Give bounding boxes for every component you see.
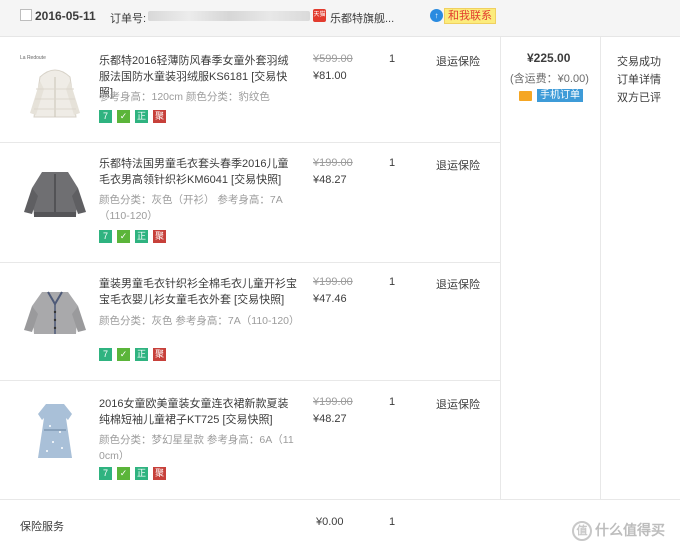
juhuasuan-icon[interactable]: 聚 [153, 348, 166, 361]
service-badges: 7 ✓ 正聚 [99, 110, 171, 123]
genuine-icon[interactable]: 正 [135, 230, 148, 243]
product-attributes: 参考身高：120cm 颜色分类：豹纹色 [99, 91, 270, 103]
paid-price: ¥47.46 [313, 293, 347, 305]
guarantee-icon[interactable]: ✓ [117, 348, 130, 361]
original-price: ¥199.00 [313, 157, 353, 169]
7day-return-icon[interactable]: 7 [99, 348, 112, 361]
chat-icon[interactable]: ↑ [430, 9, 443, 22]
row-divider [0, 380, 500, 381]
juhuasuan-icon[interactable]: 聚 [153, 467, 166, 480]
mobile-order-icon [519, 91, 532, 101]
row-divider [0, 499, 680, 500]
quantity: 1 [389, 53, 396, 65]
column-divider [500, 37, 501, 499]
product-title-link[interactable]: 2016女童欧美童装女童连衣裙新款夏装纯棉短袖儿童裙子KT725 [交易快照] [99, 396, 299, 428]
watermark-text: 什么值得买 [595, 522, 665, 538]
quantity: 1 [389, 396, 396, 408]
smzdm-logo-icon: 值 [572, 521, 592, 542]
product-thumbnail[interactable]: La Redoute [20, 55, 90, 125]
product-title-link[interactable]: 乐都特法国男童毛衣套头春季2016儿童毛衣男高领针织衫KM6041 [交易快照] [99, 156, 299, 188]
product-attributes: 颜色分类：灰色（开衫） 参考身高：7A（110-120） [99, 194, 283, 222]
shipping-insurance-link[interactable]: 退运保险 [436, 276, 480, 292]
original-price: ¥599.00 [313, 53, 353, 65]
juhuasuan-icon[interactable]: 聚 [153, 110, 166, 123]
review-status: 双方已评 [617, 92, 661, 104]
genuine-icon[interactable]: 正 [135, 467, 148, 480]
column-divider [600, 37, 601, 499]
shop-name-link[interactable]: 乐都特旗舰... [330, 10, 394, 26]
genuine-icon[interactable]: 正 [135, 348, 148, 361]
7day-return-icon[interactable]: 7 [99, 230, 112, 243]
contact-seller-button[interactable]: 和我联系 [444, 8, 496, 24]
order-details-link[interactable]: 订单详情 [617, 71, 661, 87]
order-total: ¥225.00 [527, 51, 571, 65]
genuine-icon[interactable]: 正 [135, 110, 148, 123]
product-attributes: 颜色分类：灰色 参考身高：7A（110-120） [99, 315, 300, 327]
shipping-fee: (含运费：¥0.00) [510, 73, 589, 85]
quantity: 1 [389, 276, 396, 288]
row-divider [0, 262, 500, 263]
service-badges: 7 ✓ 正聚 [99, 230, 171, 243]
product-thumbnail[interactable] [20, 396, 90, 466]
dress-shape [38, 404, 72, 458]
quantity: 1 [389, 157, 396, 169]
smzdm-watermark: 值什么值得买 [572, 520, 665, 542]
shipping-insurance-link[interactable]: 退运保险 [436, 396, 480, 412]
product-thumbnail[interactable] [20, 158, 90, 228]
guarantee-icon[interactable]: ✓ [117, 467, 130, 480]
shipping-insurance-link[interactable]: 退运保险 [436, 157, 480, 173]
order-select-checkbox[interactable] [20, 9, 32, 21]
insurance-service-label: 保险服务 [20, 521, 64, 533]
7day-return-icon[interactable]: 7 [99, 467, 112, 480]
service-badges: 7 ✓ 正聚 [99, 467, 171, 480]
paid-price: ¥81.00 [313, 70, 347, 82]
row-divider [0, 142, 500, 143]
7day-return-icon[interactable]: 7 [99, 110, 112, 123]
product-thumbnail[interactable] [20, 278, 90, 348]
insurance-price: ¥0.00 [316, 516, 344, 528]
insurance-quantity: 1 [389, 516, 396, 528]
brand-logo-text: La Redoute [20, 55, 46, 61]
juhuasuan-icon[interactable]: 聚 [153, 230, 166, 243]
order-header: 2016-05-11 订单号: 天猫 乐都特旗舰... ↑ 和我联系 [0, 0, 680, 37]
guarantee-icon[interactable]: ✓ [117, 110, 130, 123]
order-number-label: 订单号: [110, 13, 147, 25]
original-price: ¥199.00 [313, 276, 353, 288]
service-badges: 7 ✓ 正聚 [99, 348, 171, 361]
product-title-link[interactable]: 童装男童毛衣针织衫全棉毛衣儿童开衫宝宝毛衣婴儿衫女童毛衣外套 [交易快照] [99, 276, 299, 308]
guarantee-icon[interactable]: ✓ [117, 230, 130, 243]
order-date: 2016-05-11 [35, 9, 96, 23]
trade-status: 交易成功 [617, 56, 661, 68]
paid-price: ¥48.27 [313, 174, 347, 186]
order-number-redacted [148, 11, 310, 21]
mobile-order-badge[interactable]: 手机订单 [537, 89, 583, 102]
original-price: ¥199.00 [313, 396, 353, 408]
tmall-icon: 天猫 [313, 9, 326, 22]
shipping-insurance-link[interactable]: 退运保险 [436, 53, 480, 69]
paid-price: ¥48.27 [313, 413, 347, 425]
product-attributes: 颜色分类：梦幻星星款 参考身高：6A（110cm） [99, 434, 294, 462]
